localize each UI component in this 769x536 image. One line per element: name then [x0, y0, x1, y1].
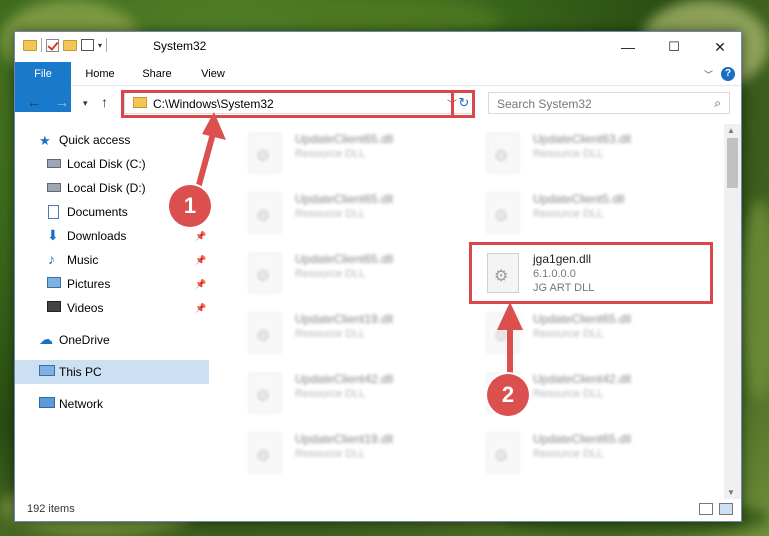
file-highlight-box: [469, 242, 713, 304]
step-badge-one: 1: [169, 185, 211, 227]
scroll-up-icon[interactable]: ▲: [727, 126, 735, 135]
videos-icon: [47, 301, 61, 312]
sidebar-item-music[interactable]: ♪ Music 📌: [15, 248, 209, 272]
sidebar-item-onedrive[interactable]: ☁ OneDrive: [15, 328, 209, 352]
sidebar-item-downloads[interactable]: ⬇ Downloads 📌: [15, 224, 209, 248]
details-view-icon[interactable]: [699, 503, 713, 515]
title-bar: ▾ System32 — ☐ ✕: [15, 32, 741, 62]
separator: [106, 38, 108, 52]
sidebar-item-network[interactable]: Network: [15, 392, 209, 416]
minimize-button[interactable]: —: [605, 32, 651, 62]
list-item[interactable]: UpdateClient63.dll Resource DLL: [475, 128, 695, 178]
quick-access-toolbar: ▾: [23, 38, 108, 52]
download-icon: ⬇: [47, 227, 59, 243]
explorer-window: ▾ System32 — ☐ ✕ File Home Share View ﹀ …: [14, 31, 742, 522]
dll-file-icon: [249, 253, 281, 293]
file-list: UpdateClient65.dll Resource DLL UpdateCl…: [223, 124, 723, 494]
list-item[interactable]: UpdateClient5.dll Resource DLL: [475, 188, 695, 238]
sidebar-item-videos[interactable]: Videos 📌: [15, 296, 209, 320]
star-icon: ★: [39, 133, 51, 148]
vertical-scrollbar[interactable]: ▲ ▼: [724, 124, 741, 500]
navigation-pane: ★ Quick access Local Disk (C:) Local Dis…: [15, 124, 211, 494]
list-item[interactable]: UpdateClient42.dll Resource DLL: [237, 368, 457, 418]
dll-file-icon: [249, 433, 281, 473]
pin-icon[interactable]: 📌: [195, 255, 206, 266]
drive-icon: [47, 159, 61, 168]
sidebar-item-quick-access[interactable]: ★ Quick access: [15, 128, 209, 152]
dll-file-icon: [487, 193, 519, 233]
item-count: 192 items: [27, 503, 75, 515]
dll-file-icon: [249, 313, 281, 353]
tab-share[interactable]: Share: [135, 62, 179, 86]
customize-icon[interactable]: [81, 39, 94, 51]
music-icon: ♪: [48, 251, 55, 267]
close-button[interactable]: ✕: [697, 32, 743, 62]
scroll-down-icon[interactable]: ▼: [727, 488, 735, 497]
list-item[interactable]: UpdateClient19.dll Resource DLL: [237, 428, 457, 478]
search-box[interactable]: Search System32 ⌕: [488, 92, 730, 114]
maximize-button[interactable]: ☐: [651, 32, 697, 62]
recent-locations-icon[interactable]: ▾: [83, 98, 88, 109]
dll-file-icon: [249, 373, 281, 413]
separator: [41, 38, 42, 52]
sidebar-item-this-pc[interactable]: This PC: [15, 360, 209, 384]
cloud-icon: ☁: [39, 331, 53, 347]
forward-arrow-icon[interactable]: →: [55, 94, 69, 110]
back-arrow-icon[interactable]: ←: [27, 94, 41, 110]
window-title: System32: [153, 39, 207, 53]
network-icon: [39, 397, 55, 408]
address-highlight-box: [121, 90, 475, 118]
pin-icon[interactable]: 📌: [195, 303, 206, 314]
search-input[interactable]: Search System32: [497, 97, 592, 111]
tab-view[interactable]: View: [191, 62, 235, 86]
large-icons-view-icon[interactable]: [719, 503, 733, 515]
dll-file-icon: [249, 193, 281, 233]
pin-icon[interactable]: 📌: [195, 279, 206, 290]
search-icon[interactable]: ⌕: [714, 96, 721, 111]
status-bar: 192 items: [15, 499, 741, 521]
address-row: ← → ▾ ↑ C:\Windows\System32 ﹀ ↻ Search S…: [15, 86, 741, 120]
properties-check-icon[interactable]: [46, 38, 59, 52]
new-folder-icon[interactable]: [63, 39, 77, 51]
list-item[interactable]: UpdateClient65.dll Resource DLL: [475, 308, 695, 358]
chevron-down-icon[interactable]: ▾: [98, 41, 102, 50]
list-item[interactable]: UpdateClient19.dll Resource DLL: [237, 308, 457, 358]
expand-ribbon-icon[interactable]: ﹀: [704, 68, 713, 81]
dll-file-icon: [249, 133, 281, 173]
step-badge-two: 2: [487, 374, 529, 416]
dll-file-icon: [487, 313, 519, 353]
computer-icon: [39, 365, 55, 376]
folder-icon: [23, 39, 37, 51]
drive-icon: [47, 183, 61, 192]
list-item[interactable]: UpdateClient65.dll Resource DLL: [237, 248, 457, 298]
list-item[interactable]: UpdateClient65.dll Resource DLL: [237, 188, 457, 238]
up-arrow-icon[interactable]: ↑: [101, 94, 108, 110]
list-item[interactable]: UpdateClient65.dll Resource DLL: [237, 128, 457, 178]
pictures-icon: [47, 277, 61, 288]
tab-home[interactable]: Home: [77, 62, 123, 86]
refresh-highlight-box: [451, 90, 475, 118]
list-item[interactable]: UpdateClient65.dll Resource DLL: [475, 428, 695, 478]
pin-icon[interactable]: 📌: [195, 231, 206, 242]
ribbon: File Home Share View ﹀ ?: [15, 62, 741, 112]
dll-file-icon: [487, 433, 519, 473]
sidebar-item-local-disk-c[interactable]: Local Disk (C:): [15, 152, 209, 176]
scroll-thumb[interactable]: [727, 138, 738, 188]
sidebar-item-pictures[interactable]: Pictures 📌: [15, 272, 209, 296]
help-icon[interactable]: ?: [721, 67, 735, 81]
documents-icon: [48, 205, 59, 219]
dll-file-icon: [487, 133, 519, 173]
